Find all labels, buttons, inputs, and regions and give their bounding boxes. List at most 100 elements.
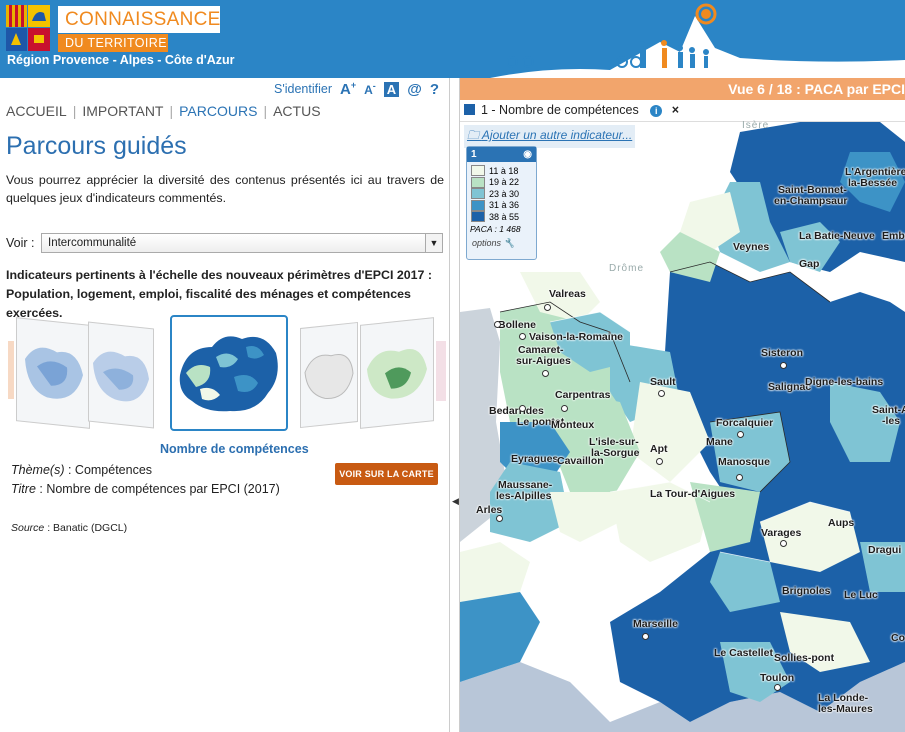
- legend-class-label: 31 à 36: [489, 200, 520, 211]
- place-label: Cavaillon: [557, 455, 604, 467]
- site-header: CONNAISSANCE DU TERRITOIRE Région Proven…: [0, 0, 905, 78]
- folder-icon: 🗀: [467, 128, 480, 142]
- legend-row: 38 à 55: [467, 211, 536, 223]
- view-title-bar: Vue 6 / 18 : PACA par EPCI: [460, 78, 905, 100]
- city-marker-icon: [656, 458, 663, 465]
- font-decrease-button[interactable]: A-: [364, 81, 376, 97]
- guided-tours-panel: S'identifier A+ A- A @ ? ACCUEIL | IMPOR…: [0, 78, 449, 732]
- titre-value: : Nombre de compétences par EPCI (2017): [39, 482, 280, 496]
- legend-class-label: 38 à 55: [489, 211, 520, 222]
- add-indicator-link[interactable]: 🗀 Ajouter un autre indicateur...: [464, 125, 636, 148]
- place-label: Mane: [706, 436, 733, 448]
- city-marker-icon: [642, 633, 649, 640]
- river-label: Drôme: [609, 263, 645, 274]
- view-select-label: Voir :: [6, 236, 35, 250]
- collapse-arrow-icon[interactable]: ◀: [452, 496, 459, 507]
- map-thumbnail[interactable]: [360, 317, 434, 429]
- place-label: Digne-les-bains: [805, 376, 884, 388]
- place-label: Valreas: [549, 288, 586, 300]
- nav-item-important[interactable]: IMPORTANT: [82, 103, 163, 119]
- view-select-value: Intercommunalité: [48, 237, 137, 249]
- view-title: Vue 6 / 18 : PACA par EPCI: [728, 81, 905, 97]
- place-label: les-Alpilles: [496, 490, 552, 502]
- map-thumbnail-prev[interactable]: [8, 341, 14, 399]
- map-thumbnail-next[interactable]: [436, 341, 446, 401]
- legend-swatch: [471, 211, 485, 223]
- help-button[interactable]: ?: [430, 81, 439, 98]
- indicator-label: 1 - Nombre de compétences: [481, 103, 639, 117]
- close-icon[interactable]: ×: [672, 103, 679, 117]
- city-marker-icon: [780, 540, 787, 547]
- indicator-bar: 1 - Nombre de compétences i ×: [460, 100, 905, 122]
- place-label: Monteux: [551, 419, 595, 431]
- legend-options-label: options: [472, 237, 502, 248]
- place-label: Le Castellet: [714, 647, 773, 659]
- city-marker-icon: [774, 684, 781, 691]
- source-line: Source : Banatic (DGCL): [11, 522, 127, 534]
- place-label: Co: [891, 632, 905, 644]
- contrast-button[interactable]: A: [383, 81, 400, 97]
- view-select[interactable]: Intercommunalité ▼: [41, 233, 443, 253]
- place-label: Apt: [650, 443, 668, 455]
- place-label: sur-Aigues: [516, 355, 571, 367]
- city-marker-icon: [780, 362, 787, 369]
- legend-class-label: 23 à 30: [489, 188, 520, 199]
- legend-swatch: [471, 165, 485, 177]
- brand-line-2: DU TERRITOIRE: [58, 34, 168, 52]
- map-thumbnail-carousel: [8, 315, 448, 435]
- place-label: Brignoles: [782, 585, 831, 597]
- chevron-down-icon[interactable]: ▼: [425, 234, 442, 252]
- city-marker-icon: [544, 304, 551, 311]
- place-label: la-Bessée: [848, 177, 898, 189]
- info-icon[interactable]: i: [650, 105, 663, 117]
- city-marker-icon: [496, 515, 503, 522]
- place-label: Carpentras: [555, 389, 611, 401]
- region-name: Région Provence - Alpes - Côte d'Azur: [7, 53, 235, 67]
- legend-swatch: [471, 188, 485, 200]
- legend-swatch: [471, 176, 485, 188]
- nav-separator: |: [263, 103, 268, 119]
- indicator-color-square-icon: [464, 104, 475, 115]
- thumbnail-caption[interactable]: Nombre de compétences: [160, 442, 309, 456]
- title-line: Titre : Nombre de compétences par EPCI (…: [11, 482, 280, 496]
- map-thumbnail-selected[interactable]: [170, 315, 288, 431]
- legend-class-label: 19 à 22: [489, 177, 520, 188]
- place-label: Forcalquier: [716, 417, 774, 429]
- map-legend: 1 ◉ 11 à 18 19 à 22 23 à 30 31 à 36 38 à …: [466, 146, 537, 260]
- place-label: Marseille: [633, 618, 678, 630]
- city-marker-icon: [737, 431, 744, 438]
- place-label: Vaison-la-Romaine: [529, 331, 623, 343]
- wrench-icon: 🔧: [503, 237, 515, 248]
- panel-splitter[interactable]: ◀: [449, 78, 460, 732]
- nav-item-accueil[interactable]: ACCUEIL: [6, 103, 67, 119]
- map-thumbnail[interactable]: [300, 321, 358, 429]
- place-label: Veynes: [733, 241, 770, 253]
- theme-label: Thème(s): [11, 463, 65, 477]
- legend-options-button[interactable]: options 🔧: [467, 238, 536, 249]
- intro-text: Vous pourrez apprécier la diversité des …: [6, 173, 444, 205]
- place-label: Aups: [828, 517, 855, 529]
- eye-icon[interactable]: ◉: [523, 147, 532, 162]
- place-label: Embr: [882, 230, 905, 242]
- login-link[interactable]: S'identifier: [274, 82, 332, 96]
- region-coat-of-arms-logo[interactable]: [6, 5, 50, 51]
- map-thumbnail[interactable]: [88, 321, 154, 429]
- place-label: Sollies-pont: [774, 652, 835, 664]
- legend-row: 31 à 36: [467, 199, 536, 212]
- titre-label: Titre: [11, 482, 36, 496]
- place-label: La Tour-d'Aigues: [650, 488, 736, 500]
- place-label: Toulon: [760, 672, 795, 684]
- view-on-map-button[interactable]: VOIR SUR LA CARTE: [335, 463, 438, 485]
- contact-button[interactable]: @: [407, 81, 422, 98]
- place-label: Varages: [761, 527, 802, 539]
- nav-item-actus[interactable]: ACTUS: [273, 103, 320, 119]
- brand-line-1: CONNAISSANCE: [58, 6, 220, 33]
- legend-header: 1 ◉: [467, 147, 536, 162]
- site-brand[interactable]: CONNAISSANCE DU TERRITOIRE: [58, 6, 220, 52]
- font-increase-button[interactable]: A+: [340, 80, 356, 98]
- city-marker-icon: [494, 321, 501, 328]
- legend-row: 23 à 30: [467, 188, 536, 200]
- place-label: La Batie-Neuve: [799, 230, 875, 242]
- map-thumbnail[interactable]: [16, 317, 90, 429]
- nav-item-parcours[interactable]: PARCOURS: [179, 103, 257, 119]
